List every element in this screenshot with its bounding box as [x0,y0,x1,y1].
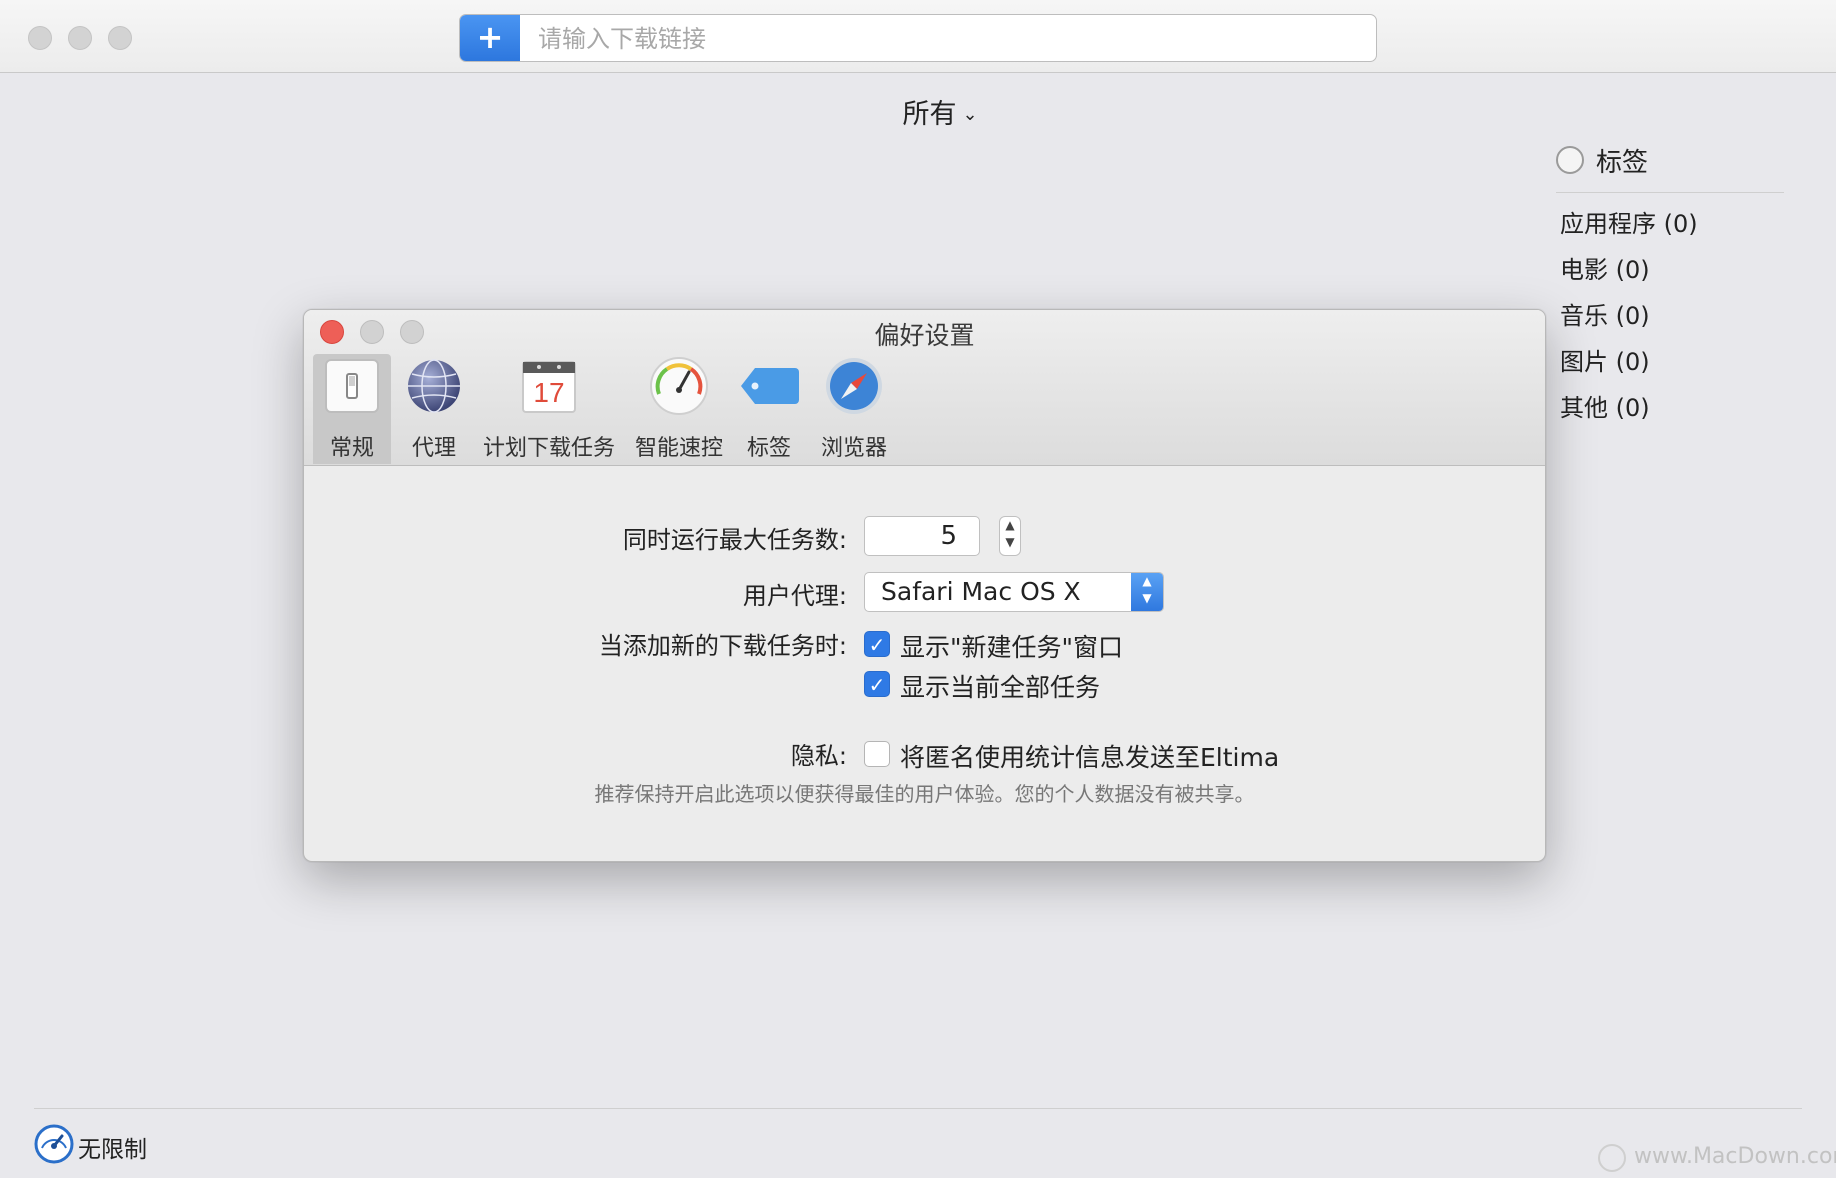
main-window: + 所有⌄ 标签 应用程序 (0) 电影 (0) 音乐 (0) 图片 (0) 其… [0,0,1836,1178]
show-all-tasks-label: 显示当前全部任务 [900,673,1101,702]
tags-toggle[interactable] [1556,146,1584,174]
user-agent-value: Safari Mac OS X [881,577,1081,606]
window-minimize-button[interactable] [68,26,92,50]
toolbar: + [0,0,1836,73]
tab-speed-control-label: 智能速控 [634,436,723,461]
speed-limit-label[interactable]: 无限制 [78,1130,147,1164]
privacy-checkbox[interactable] [864,741,890,767]
globe-icon [402,354,466,418]
chevron-down-icon[interactable]: ▼ [1005,535,1014,549]
calendar-day: 17 [533,377,564,408]
user-agent-select[interactable]: Safari Mac OS X ▲ ▼ [864,572,1164,612]
calendar-icon: 17 [517,354,581,418]
tag-item-movies[interactable]: 电影 (0) [1560,250,1650,285]
divider [34,1108,1802,1109]
tab-proxy[interactable]: 代理 [399,354,469,464]
window-zoom-button[interactable] [108,26,132,50]
divider [1556,192,1784,193]
max-tasks-stepper[interactable]: ▲ ▼ [999,516,1021,556]
tags-header: 标签 [1556,142,1786,182]
download-url-input[interactable] [536,15,1360,61]
tab-scheduler[interactable]: 17 计划下载任务 [479,354,619,464]
plus-icon: + [476,18,504,56]
tag-item-pictures[interactable]: 图片 (0) [1560,342,1650,377]
tag-icon [737,354,801,418]
tag-item-apps[interactable]: 应用程序 (0) [1560,204,1698,239]
switch-icon [320,354,384,418]
preferences-general-pane: 同时运行最大任务数: 5 ▲ ▼ 用户代理: Safari Mac OS X ▲… [304,466,1545,861]
tab-tags[interactable]: 标签 [734,354,804,464]
watermark-icon [1598,1144,1626,1172]
dialog-title: 偏好设置 [874,321,975,350]
url-bar: + [459,14,1377,62]
tab-proxy-label: 代理 [411,436,456,461]
privacy-option-label: 将匿名使用统计信息发送至Eltima [900,743,1280,772]
max-tasks-label: 同时运行最大任务数: [622,526,847,554]
tab-general-label: 常规 [329,436,374,461]
tab-tags-label: 标签 [746,436,791,461]
show-all-tasks-checkbox[interactable]: ✓ [864,671,890,697]
tab-browsers-label: 浏览器 [820,436,887,461]
tab-scheduler-label: 计划下载任务 [482,436,615,461]
tab-speed-control[interactable]: 智能速控 [629,354,729,464]
tag-item-other[interactable]: 其他 (0) [1560,388,1650,423]
tag-item-music[interactable]: 音乐 (0) [1560,296,1650,331]
compass-icon [822,354,886,418]
window-close-button[interactable] [28,26,52,50]
speedometer-icon [647,354,711,418]
chevron-up-icon[interactable]: ▲ [1005,518,1014,532]
tab-general[interactable]: 常规 [313,354,391,464]
privacy-label: 隐私: [790,742,847,770]
filter-dropdown[interactable]: 所有 ⌄ [880,92,1000,132]
show-new-task-window-checkbox[interactable]: ✓ [864,631,890,657]
select-arrows-icon[interactable]: ▲ ▼ [1131,573,1163,611]
preferences-toolbar: 偏好设置 常规 代理 17 计划下载任务 智能速控 标签 浏览器 [304,310,1545,466]
speed-limit-icon[interactable] [34,1124,74,1164]
show-new-task-window-label: 显示"新建任务"窗口 [900,633,1123,662]
filter-label: 所有 [902,99,957,130]
max-tasks-field[interactable]: 5 [864,516,980,556]
privacy-hint: 推荐保持开启此选项以便获得最佳的用户体验。您的个人数据没有被共享。 [594,782,1255,806]
chevron-down-icon: ⌄ [962,104,978,125]
tab-browsers[interactable]: 浏览器 [809,354,899,464]
user-agent-label: 用户代理: [742,582,847,610]
on-add-label: 当添加新的下载任务时: [598,632,847,660]
watermark-text: www.MacDown.com [1634,1144,1836,1169]
tags-title: 标签 [1596,148,1649,178]
preferences-dialog: 偏好设置 常规 代理 17 计划下载任务 智能速控 标签 浏览器 同时运行最大任… [303,309,1546,862]
add-download-button[interactable]: + [460,15,520,61]
